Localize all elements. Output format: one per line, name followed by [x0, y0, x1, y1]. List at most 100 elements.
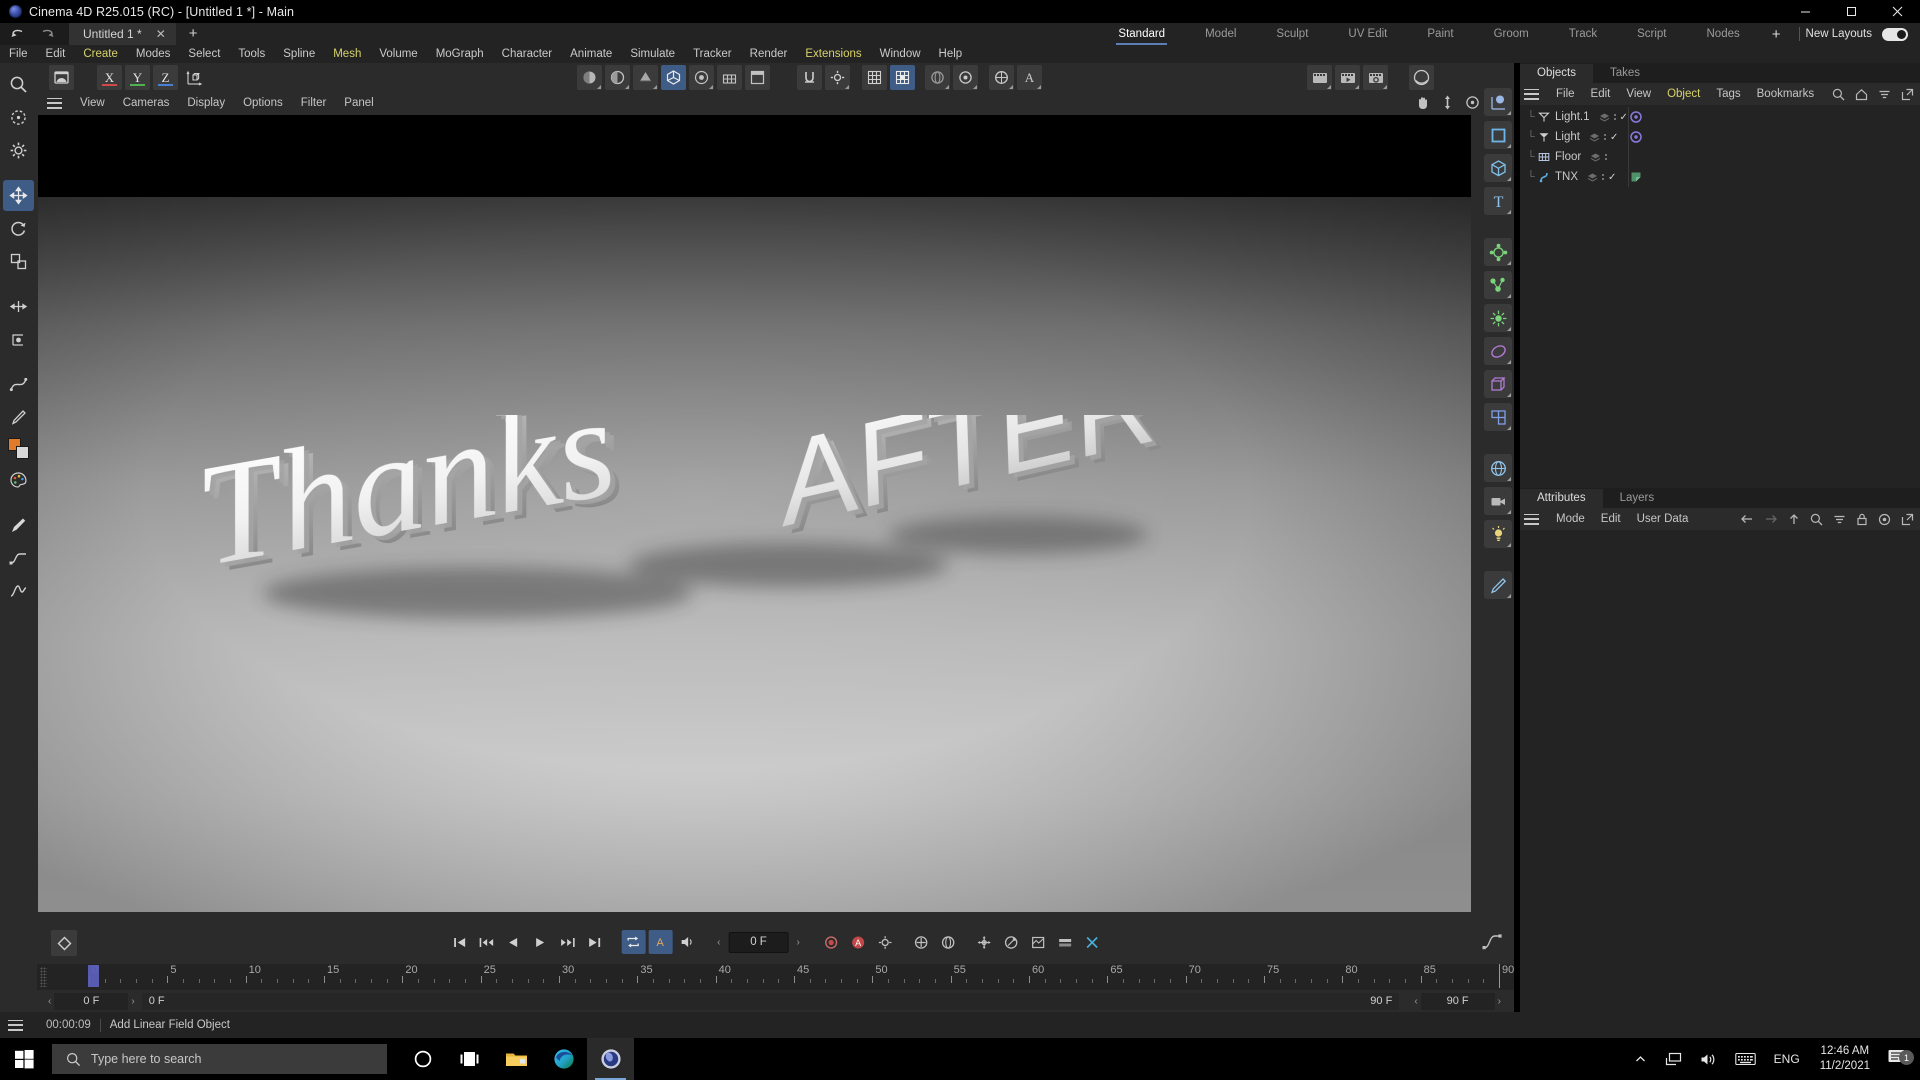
- menu-file[interactable]: File: [0, 45, 37, 63]
- layout-tab-script[interactable]: Script: [1617, 23, 1686, 45]
- object-row-light-1[interactable]: └ Light.1 ✓: [1520, 107, 1920, 127]
- target-icon[interactable]: [1878, 513, 1891, 526]
- viewport-hamburger-icon[interactable]: [47, 97, 62, 109]
- tool-curve-editor[interactable]: [3, 543, 34, 1023]
- scene-object-button[interactable]: [989, 65, 1014, 90]
- menu-help[interactable]: Help: [930, 45, 972, 63]
- timeline-ruler[interactable]: 051015202530354045505560657075808590: [37, 964, 1514, 990]
- display-gouraud-shading-button[interactable]: [577, 65, 602, 90]
- autokey-button[interactable]: A: [648, 930, 673, 954]
- undo-icon[interactable]: [10, 28, 26, 40]
- timeline-end-next-arrow[interactable]: ›: [1495, 996, 1504, 1007]
- layers-icon[interactable]: [1590, 152, 1601, 163]
- lock-icon[interactable]: [1856, 513, 1868, 526]
- tool-settings-gear[interactable]: [3, 135, 34, 166]
- current-frame-field[interactable]: 0 F: [728, 931, 789, 953]
- light-object-button[interactable]: [1484, 520, 1512, 548]
- objmenu-edit[interactable]: Edit: [1583, 88, 1619, 100]
- object-visibility-dots[interactable]: ✓: [1599, 112, 1628, 123]
- layers-icon[interactable]: [1599, 112, 1610, 123]
- snap-enable-button[interactable]: [797, 65, 822, 90]
- menu-extensions[interactable]: Extensions: [796, 45, 870, 63]
- play-backwards-button[interactable]: [501, 930, 525, 954]
- display-isoline-editing-button[interactable]: [661, 65, 686, 90]
- taskbar-clock[interactable]: 12:46 AM 11/2/2021: [1809, 1044, 1881, 1074]
- close-button[interactable]: [1874, 0, 1920, 23]
- menu-simulate[interactable]: Simulate: [621, 45, 684, 63]
- viewport-menu-options[interactable]: Options: [234, 97, 292, 109]
- layers-icon[interactable]: [1589, 132, 1600, 143]
- viewport-menu-panel[interactable]: Panel: [335, 97, 382, 109]
- visibility-dots-icon[interactable]: [1602, 174, 1604, 180]
- layout-tab-sculpt[interactable]: Sculpt: [1256, 23, 1328, 45]
- tool-rotate[interactable]: [3, 213, 34, 244]
- menu-spline[interactable]: Spline: [274, 45, 324, 63]
- workplane-grid-button[interactable]: [890, 65, 915, 90]
- timeline-preview-range[interactable]: 0 F 90 F: [141, 992, 1400, 1010]
- new-layouts-toggle[interactable]: [1882, 27, 1908, 41]
- axis-lock-y-button[interactable]: Y: [125, 65, 150, 90]
- layout-tab-groom[interactable]: Groom: [1474, 23, 1549, 45]
- menu-select[interactable]: Select: [179, 45, 229, 63]
- text-spline-button[interactable]: T: [1484, 187, 1512, 215]
- volume-icon[interactable]: [1691, 1052, 1726, 1067]
- keyboard-layout-icon[interactable]: [1726, 1052, 1765, 1066]
- layout-tab-track[interactable]: Track: [1549, 23, 1617, 45]
- microsoft-edge-button[interactable]: [540, 1038, 587, 1080]
- notification-center-button[interactable]: 1: [1881, 1048, 1920, 1070]
- filter-icon[interactable]: [1833, 513, 1846, 526]
- menu-create[interactable]: Create: [74, 45, 127, 63]
- frame-next-arrow[interactable]: ›: [794, 937, 803, 948]
- viewport-menu-filter[interactable]: Filter: [292, 97, 336, 109]
- object-row-light[interactable]: └ Light ✓: [1520, 127, 1920, 147]
- tool-signature[interactable]: [3, 576, 34, 607]
- menu-animate[interactable]: Animate: [561, 45, 621, 63]
- tool-move[interactable]: [3, 180, 34, 211]
- phong-tag-icon[interactable]: [1630, 171, 1642, 183]
- text-object-button[interactable]: A: [1017, 65, 1042, 90]
- color-swatches[interactable]: [7, 438, 30, 460]
- volume-builder-button[interactable]: [1484, 403, 1512, 431]
- cortana-button[interactable]: [399, 1038, 446, 1080]
- render-region-button[interactable]: [1335, 65, 1360, 90]
- viewport-3d-canvas[interactable]: Thanks AFTER Thanks AFTER Thanks AFTER: [38, 115, 1471, 912]
- add-layout-button[interactable]: +: [1760, 26, 1793, 43]
- filter-icon[interactable]: [1878, 88, 1891, 101]
- rotate-view-icon[interactable]: [1465, 95, 1480, 110]
- document-tab-untitled-1[interactable]: Untitled 1 * ✕: [69, 23, 176, 45]
- tool-pen-line[interactable]: [3, 510, 34, 541]
- deformer-bend-button[interactable]: [1484, 337, 1512, 365]
- status-hamburger-icon[interactable]: [8, 1019, 23, 1031]
- search-icon[interactable]: [1832, 88, 1845, 101]
- disable-keyframes-button[interactable]: [1080, 930, 1104, 954]
- objmenu-file[interactable]: File: [1548, 88, 1583, 100]
- light-tag-icon[interactable]: [1630, 131, 1642, 143]
- taskbar-search-box[interactable]: Type here to search: [52, 1044, 387, 1074]
- pla-key-button[interactable]: [972, 930, 996, 954]
- back-arrow-icon[interactable]: [1740, 513, 1754, 525]
- render-view-button[interactable]: [1307, 65, 1332, 90]
- timeline-start-next-arrow[interactable]: ›: [128, 996, 137, 1007]
- timeline-playhead[interactable]: [88, 965, 99, 987]
- layout-tab-model[interactable]: Model: [1185, 23, 1256, 45]
- primitive-cube-button[interactable]: [1484, 121, 1512, 149]
- up-arrow-icon[interactable]: [1788, 513, 1800, 526]
- forward-arrow-icon[interactable]: [1764, 513, 1778, 525]
- render-settings-button[interactable]: [1363, 65, 1388, 90]
- menu-window[interactable]: Window: [871, 45, 930, 63]
- new-document-tab-button[interactable]: +: [176, 23, 211, 45]
- attrmenu-edit[interactable]: Edit: [1593, 513, 1629, 525]
- tool-spline-pen[interactable]: [3, 369, 34, 400]
- tab-objects[interactable]: Objects: [1520, 64, 1593, 83]
- viewport-menu-display[interactable]: Display: [178, 97, 234, 109]
- mograph-effector-button[interactable]: [1484, 271, 1512, 299]
- home-icon[interactable]: [1855, 88, 1868, 101]
- object-manager-hamburger-icon[interactable]: [1524, 88, 1539, 100]
- display-options-button[interactable]: [689, 65, 714, 90]
- tray-expand-button[interactable]: [1625, 1053, 1656, 1066]
- objmenu-object[interactable]: Object: [1659, 88, 1708, 100]
- menu-tracker[interactable]: Tracker: [684, 45, 741, 63]
- deformer-button[interactable]: [925, 65, 950, 90]
- attrmenu-mode[interactable]: Mode: [1548, 513, 1593, 525]
- start-button[interactable]: [0, 1038, 48, 1080]
